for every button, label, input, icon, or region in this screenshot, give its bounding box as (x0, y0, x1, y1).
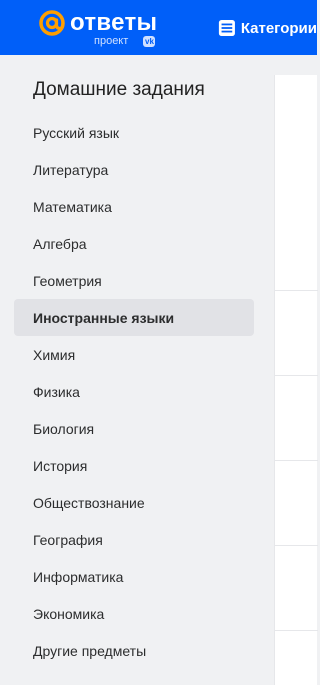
sidebar-item-geometry[interactable]: Геометрия (14, 262, 254, 299)
menu-list-icon (218, 19, 235, 37)
content-divider (275, 630, 318, 631)
content-divider (275, 290, 318, 291)
sidebar-item-chemistry[interactable]: Химия (14, 336, 254, 373)
sidebar-item-physics[interactable]: Физика (14, 373, 254, 410)
vk-badge-text: vk (145, 37, 154, 46)
vk-badge: vk (143, 36, 155, 47)
sidebar-item-other-subjects[interactable]: Другие предметы (14, 632, 254, 669)
sidebar-item-history[interactable]: История (14, 447, 254, 484)
top-header: ответы проект vk Категории (0, 0, 317, 55)
sidebar-item-math[interactable]: Математика (14, 188, 254, 225)
categories-label: Категории (240, 19, 317, 37)
sidebar-item-biology[interactable]: Биология (14, 410, 254, 447)
content-divider (275, 545, 318, 546)
sidebar-item-geography[interactable]: География (14, 521, 254, 558)
sidebar-title: Домашние задания (33, 79, 205, 100)
sidebar-item-informatics[interactable]: Информатика (14, 558, 254, 595)
main-content-panel (274, 75, 318, 685)
content-divider (275, 460, 318, 461)
sidebar-item-russian[interactable]: Русский язык (14, 114, 254, 151)
logo-wordmark: ответы (70, 9, 158, 36)
logo-subtitle: проект (94, 35, 129, 47)
sidebar-item-economics[interactable]: Экономика (14, 595, 254, 632)
sidebar-item-algebra[interactable]: Алгебра (14, 225, 254, 262)
sidebar: Домашние задания Русский язык Литература… (0, 55, 274, 685)
sidebar-item-foreign-languages[interactable]: Иностранные языки (14, 299, 254, 336)
sidebar-item-literature[interactable]: Литература (14, 151, 254, 188)
content-divider (275, 375, 318, 376)
sidebar-item-social-studies[interactable]: Обществознание (14, 484, 254, 521)
otvety-logo[interactable]: ответы проект vk (37, 8, 167, 48)
at-sign-icon (39, 10, 65, 36)
categories-button[interactable]: Категории (218, 17, 317, 39)
subject-menu: Русский язык Литература Математика Алгеб… (14, 114, 254, 669)
